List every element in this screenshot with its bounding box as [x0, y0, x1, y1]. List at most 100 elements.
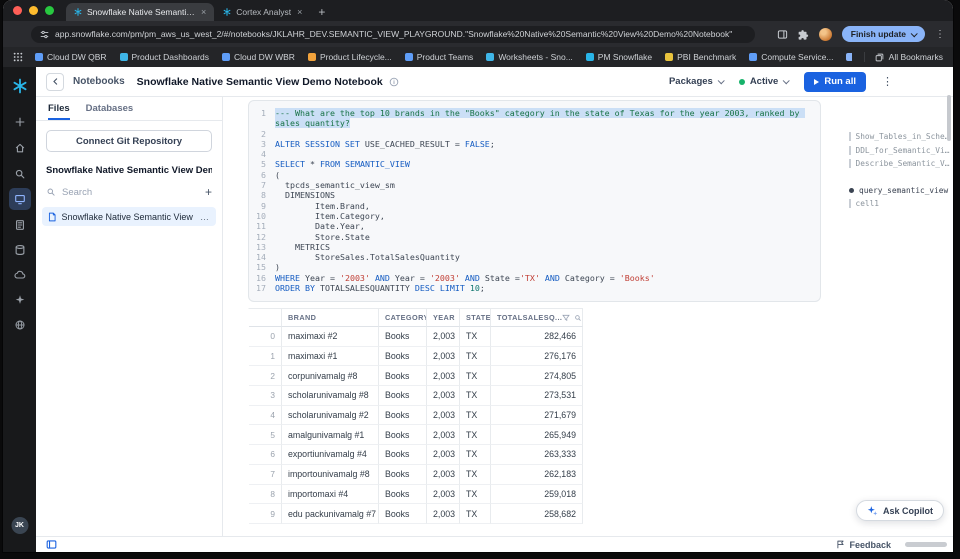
ask-copilot-button[interactable]: Ask Copilot: [855, 500, 944, 521]
feedback-button[interactable]: Feedback: [836, 540, 891, 550]
table-cell[interactable]: TX: [460, 464, 491, 485]
table-cell[interactable]: exportiunivamalg #4: [282, 445, 379, 465]
table-cell[interactable]: Books: [379, 484, 427, 505]
table-cell[interactable]: scholarunivamalg #2: [282, 405, 379, 426]
bookmark-item[interactable]: Cloud DW QBR: [35, 52, 107, 62]
table-cell[interactable]: TX: [460, 366, 491, 387]
code-line[interactable]: 14 StoreSales.TotalSalesQuantity: [253, 252, 812, 262]
code-line[interactable]: 10 Item.Category,: [253, 211, 812, 221]
info-icon[interactable]: [389, 77, 399, 87]
table-cell[interactable]: Books: [379, 405, 427, 426]
data-icon[interactable]: [9, 239, 31, 261]
table-cell[interactable]: Books: [379, 425, 427, 446]
code-line[interactable]: 17 ORDER BY TOTALSALESQUANTITY DESC LIMIT…: [253, 283, 812, 293]
row-index[interactable]: 5: [249, 425, 282, 446]
row-index[interactable]: 4: [249, 405, 282, 426]
connect-git-button[interactable]: Connect Git Repository: [46, 130, 212, 152]
tab-close-icon[interactable]: ×: [297, 7, 302, 17]
bookmark-item[interactable]: Bundles: [846, 52, 852, 62]
table-cell[interactable]: TX: [460, 405, 491, 426]
filter-icon[interactable]: [562, 314, 571, 322]
browser-tab[interactable]: Cortex Analyst ×: [215, 3, 310, 21]
table-cell[interactable]: 259,018: [491, 484, 583, 505]
code-line[interactable]: 11 Date.Year,: [253, 221, 812, 231]
close-window-button[interactable]: [13, 6, 22, 15]
ai-sparkles-icon[interactable]: [9, 289, 31, 311]
table-cell[interactable]: 273,531: [491, 386, 583, 406]
vertical-scrollbar[interactable]: [947, 95, 951, 141]
column-header[interactable]: YEAR: [427, 309, 460, 327]
table-cell[interactable]: 2,003: [427, 464, 460, 485]
file-list-item[interactable]: Snowflake Native Semantic View ... …: [42, 207, 216, 226]
address-bar[interactable]: app.snowflake.com/pm/pm_aws_us_west_2/#/…: [31, 25, 755, 43]
sql-cell[interactable]: 1 --- What are the top 10 brands in the "…: [248, 100, 821, 303]
notebooks-icon[interactable]: [9, 214, 31, 236]
table-cell[interactable]: importomaxi #4: [282, 484, 379, 505]
code-line[interactable]: 2: [253, 129, 812, 139]
table-cell[interactable]: TX: [460, 445, 491, 465]
table-cell[interactable]: 258,682: [491, 504, 583, 524]
finish-update-button[interactable]: Finish update: [841, 26, 925, 42]
table-cell[interactable]: 276,176: [491, 346, 583, 367]
table-cell[interactable]: TX: [460, 327, 491, 347]
snowflake-logo-icon[interactable]: [9, 75, 31, 97]
search-icon[interactable]: [9, 163, 31, 185]
table-cell[interactable]: Books: [379, 504, 427, 524]
table-cell[interactable]: TX: [460, 504, 491, 524]
site-settings-icon[interactable]: [40, 30, 49, 39]
table-cell[interactable]: 2,003: [427, 445, 460, 465]
code-line[interactable]: 13 METRICS: [253, 242, 812, 252]
column-header[interactable]: STATE: [460, 309, 491, 327]
compute-cloud-icon[interactable]: [9, 264, 31, 286]
code-line[interactable]: 1 --- What are the top 10 brands in the "…: [253, 108, 812, 129]
table-cell[interactable]: Books: [379, 386, 427, 406]
breadcrumb[interactable]: Notebooks: [73, 76, 125, 87]
table-cell[interactable]: 274,805: [491, 366, 583, 387]
table-cell[interactable]: importounivamalg #8: [282, 464, 379, 485]
code-line[interactable]: 15): [253, 262, 812, 272]
table-cell[interactable]: Books: [379, 366, 427, 387]
code-line[interactable]: 8 DIMENSIONS: [253, 190, 812, 200]
outline-item[interactable]: Describe_Semantic_V…: [839, 157, 953, 171]
home-icon[interactable]: [9, 137, 31, 159]
table-cell[interactable]: maximaxi #2: [282, 327, 379, 347]
new-tab-button[interactable]: +: [310, 3, 333, 21]
table-cell[interactable]: Books: [379, 346, 427, 367]
horizontal-scrollbar[interactable]: [905, 542, 947, 547]
row-index[interactable]: 1: [249, 346, 282, 367]
table-cell[interactable]: 2,003: [427, 504, 460, 524]
browser-tab[interactable]: Snowflake Native Semantic V ×: [66, 3, 215, 21]
run-all-button[interactable]: Run all: [804, 71, 866, 92]
table-cell[interactable]: 2,003: [427, 346, 460, 367]
table-cell[interactable]: amalgunivamalg #1: [282, 425, 379, 446]
apps-grid-icon[interactable]: [13, 52, 23, 62]
row-index[interactable]: 9: [249, 504, 282, 524]
code-line[interactable]: 3 ALTER SESSION SET USE_CACHED_RESULT = F…: [253, 139, 812, 149]
bookmark-item[interactable]: Product Dashboards: [119, 52, 209, 62]
browser-menu-icon[interactable]: ⋮: [935, 29, 945, 40]
table-cell[interactable]: Books: [379, 464, 427, 485]
table-cell[interactable]: Books: [379, 327, 427, 347]
create-plus-icon[interactable]: [9, 111, 31, 133]
tab-close-icon[interactable]: ×: [201, 7, 206, 17]
table-cell[interactable]: 263,333: [491, 445, 583, 465]
code-line[interactable]: 9 Item.Brand,: [253, 201, 812, 211]
row-index[interactable]: 8: [249, 484, 282, 505]
table-cell[interactable]: 265,949: [491, 425, 583, 446]
column-header[interactable]: TOTALSALESQ...: [491, 309, 583, 327]
back-button[interactable]: [46, 72, 64, 91]
table-cell[interactable]: 2,003: [427, 327, 460, 347]
bookmark-item[interactable]: PBI Benchmark: [665, 52, 736, 62]
code-line[interactable]: 12 Store.State: [253, 232, 812, 242]
column-search-icon[interactable]: [574, 314, 582, 322]
table-cell[interactable]: 2,003: [427, 405, 460, 426]
more-options-icon[interactable]: ⋮: [882, 75, 893, 88]
console-panel-icon[interactable]: [46, 539, 57, 550]
row-index[interactable]: 2: [249, 366, 282, 387]
table-cell[interactable]: edu packunivamalg #7: [282, 504, 379, 524]
file-options-icon[interactable]: …: [200, 212, 210, 222]
zoom-window-button[interactable]: [45, 6, 54, 15]
table-cell[interactable]: 2,003: [427, 386, 460, 406]
packages-menu[interactable]: Packages: [669, 76, 725, 87]
tab-files[interactable]: Files: [48, 97, 70, 120]
